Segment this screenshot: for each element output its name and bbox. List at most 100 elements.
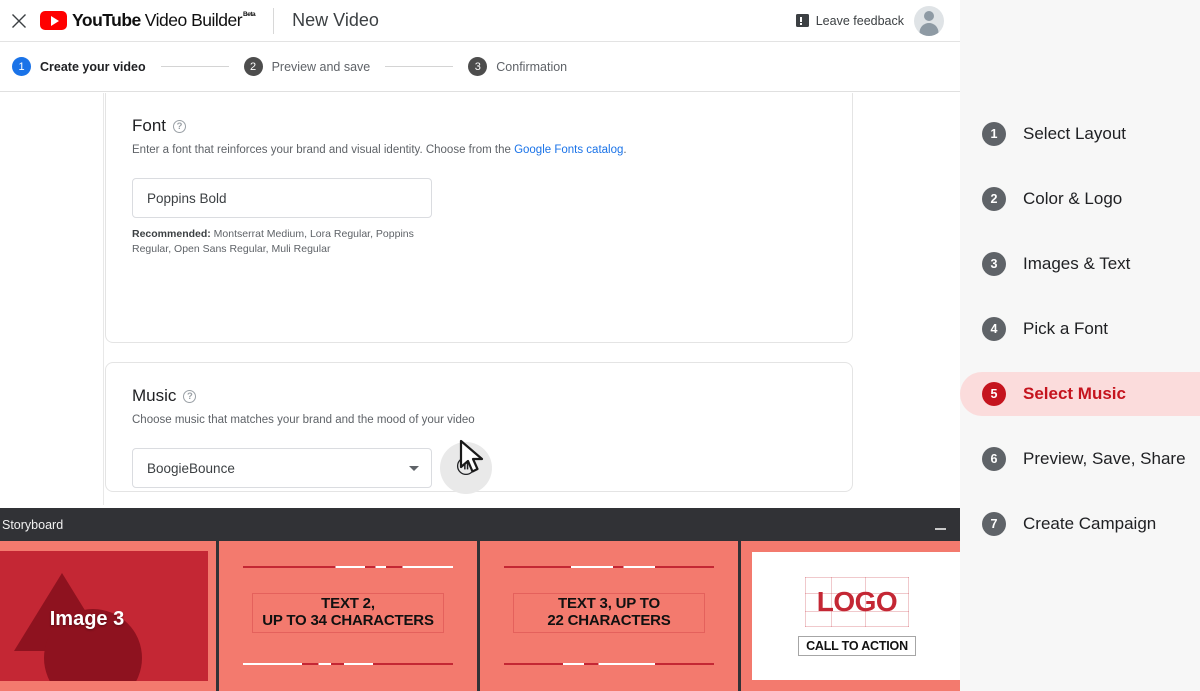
decorative-rule-bottom xyxy=(504,663,714,665)
decorative-rule-top xyxy=(243,566,453,568)
brand-logo[interactable]: YouTube Video Builder Beta xyxy=(40,10,256,31)
top-bar-right: Leave feedback xyxy=(795,5,960,36)
image-placeholder: Image 3 xyxy=(0,551,208,681)
guide-item-number: 2 xyxy=(982,187,1006,211)
play-preview-button[interactable] xyxy=(440,442,492,495)
brand-name-bold: YouTube xyxy=(72,10,141,30)
storyboard-frame-image[interactable]: Image 3 xyxy=(0,541,216,691)
step-preview-and-save[interactable]: 2 Preview and save xyxy=(243,57,371,76)
logo-card: LOGO CALL TO ACTION xyxy=(752,552,960,680)
step-connector xyxy=(385,66,454,67)
decorative-rule-bottom xyxy=(243,663,453,665)
music-select-row: BoogieBounce xyxy=(132,442,826,495)
guide-item-label: Preview, Save, Share xyxy=(1023,449,1186,468)
guide-item-create-campaign[interactable]: 7 Create Campaign xyxy=(960,502,1200,546)
guide-item-select-layout[interactable]: 1 Select Layout xyxy=(960,112,1200,156)
guide-item-label: Create Campaign xyxy=(1023,514,1157,533)
page-title: New Video xyxy=(292,10,379,30)
music-card-title-row: Music ? xyxy=(132,386,826,406)
help-icon[interactable]: ? xyxy=(183,389,197,403)
google-fonts-link[interactable]: Google Fonts catalog xyxy=(514,144,623,156)
logo-grid-placeholder: LOGO xyxy=(805,576,909,627)
guide-item-pick-a-font[interactable]: 4 Pick a Font xyxy=(960,307,1200,351)
storyboard-header: Storyboard xyxy=(0,508,960,541)
logo-text: LOGO xyxy=(816,585,898,617)
guide-item-select-music[interactable]: 5 Select Music xyxy=(960,372,1200,416)
form-scroll-area[interactable]: Font ? Enter a font that reinforces your… xyxy=(0,93,960,505)
guide-item-label: Select Music xyxy=(1023,384,1126,403)
step-number: 2 xyxy=(243,57,263,76)
leave-feedback-label: Leave feedback xyxy=(815,13,904,28)
step-label: Confirmation xyxy=(496,59,568,74)
text-line-1: TEXT 3, UP TO xyxy=(558,595,660,613)
guide-item-number: 6 xyxy=(982,447,1006,471)
text-placeholder: TEXT 3, UP TO 22 CHARACTERS xyxy=(513,593,705,633)
content-left-divider xyxy=(103,93,104,505)
font-description-before: Enter a font that reinforces your brand … xyxy=(132,144,515,156)
text-line-2: UP TO 34 CHARACTERS xyxy=(262,612,434,629)
guide-item-color-logo[interactable]: 2 Color & Logo xyxy=(960,177,1200,221)
guide-item-label: Pick a Font xyxy=(1023,319,1109,338)
app-root: YouTube Video Builder Beta New Video Lea… xyxy=(0,0,1200,691)
storyboard-frame-text-3[interactable]: TEXT 3, UP TO 22 CHARACTERS xyxy=(480,541,738,691)
font-card-description: Enter a font that reinforces your brand … xyxy=(132,142,826,158)
header-divider xyxy=(273,7,275,34)
music-select[interactable]: BoogieBounce xyxy=(132,448,432,489)
minimize-icon[interactable] xyxy=(929,514,951,536)
decorative-rule-top xyxy=(504,566,714,568)
guide-item-number: 3 xyxy=(982,252,1006,276)
guide-panel: 1 Select Layout 2 Color & Logo 3 Images … xyxy=(960,0,1200,691)
feedback-icon xyxy=(795,14,809,27)
image-label: Image 3 xyxy=(49,608,125,630)
step-label: Create your video xyxy=(40,59,146,74)
help-icon[interactable]: ? xyxy=(173,119,187,133)
app-main-area: YouTube Video Builder Beta New Video Lea… xyxy=(0,0,960,691)
step-connector xyxy=(160,66,229,67)
font-recommended-hint: Recommended: Montserrat Medium, Lora Reg… xyxy=(132,227,432,257)
progress-stepper: 1 Create your video 2 Preview and save 3… xyxy=(0,42,960,92)
guide-item-label: Select Layout xyxy=(1023,124,1127,143)
storyboard-frame-text-2[interactable]: TEXT 2, UP TO 34 CHARACTERS xyxy=(219,541,477,691)
text-line-1: TEXT 2, xyxy=(321,595,375,613)
avatar[interactable] xyxy=(914,5,944,36)
storyboard-frames: Image 3 TEXT 2, UP TO 34 CHARACTERS TEXT… xyxy=(0,541,960,691)
play-circle-icon xyxy=(456,456,476,481)
step-number: 1 xyxy=(12,57,31,76)
font-card-title: Font xyxy=(132,116,167,135)
music-card-title: Music xyxy=(132,386,177,405)
guide-item-label: Images & Text xyxy=(1023,254,1131,273)
call-to-action-text: CALL TO ACTION xyxy=(798,635,916,656)
guide-item-label: Color & Logo xyxy=(1023,189,1123,208)
music-select-value: BoogieBounce xyxy=(147,460,235,476)
guide-item-preview-save-share[interactable]: 6 Preview, Save, Share xyxy=(960,437,1200,481)
storyboard-frame-logo[interactable]: LOGO CALL TO ACTION xyxy=(741,541,960,691)
guide-item-images-text[interactable]: 3 Images & Text xyxy=(960,242,1200,286)
brand-wordmark: YouTube Video Builder Beta xyxy=(72,10,256,31)
close-icon[interactable] xyxy=(0,0,38,42)
brand-name-regular: Video Builder xyxy=(144,10,243,30)
font-card: Font ? Enter a font that reinforces your… xyxy=(105,93,853,343)
beta-badge: Beta xyxy=(243,11,256,18)
guide-item-number: 7 xyxy=(982,512,1006,536)
step-number: 3 xyxy=(468,57,488,76)
text-placeholder: TEXT 2, UP TO 34 CHARACTERS xyxy=(252,593,444,633)
leave-feedback-button[interactable]: Leave feedback xyxy=(795,13,904,28)
music-card-description: Choose music that matches your brand and… xyxy=(132,414,475,426)
youtube-play-icon xyxy=(40,11,67,30)
font-card-title-row: Font ? xyxy=(132,116,826,136)
font-description-after: . xyxy=(623,144,627,156)
guide-item-number: 1 xyxy=(982,122,1006,146)
step-label: Preview and save xyxy=(271,59,371,74)
storyboard-title: Storyboard xyxy=(2,517,64,532)
text-line-2: 22 CHARACTERS xyxy=(547,612,671,629)
top-bar: YouTube Video Builder Beta New Video Lea… xyxy=(0,0,960,42)
font-input[interactable]: Poppins Bold xyxy=(132,178,432,219)
step-confirmation[interactable]: 3 Confirmation xyxy=(468,57,567,76)
step-create-your-video[interactable]: 1 Create your video xyxy=(12,57,146,76)
guide-item-number: 5 xyxy=(982,382,1006,406)
font-hint-label: Recommended: xyxy=(132,228,211,241)
storyboard-panel: Storyboard Image 3 TEXT 2, UP TO 34 CHAR… xyxy=(0,508,960,691)
music-card: Music ? Choose music that matches your b… xyxy=(105,362,853,495)
chevron-down-icon xyxy=(409,465,419,471)
guide-item-number: 4 xyxy=(982,317,1006,341)
